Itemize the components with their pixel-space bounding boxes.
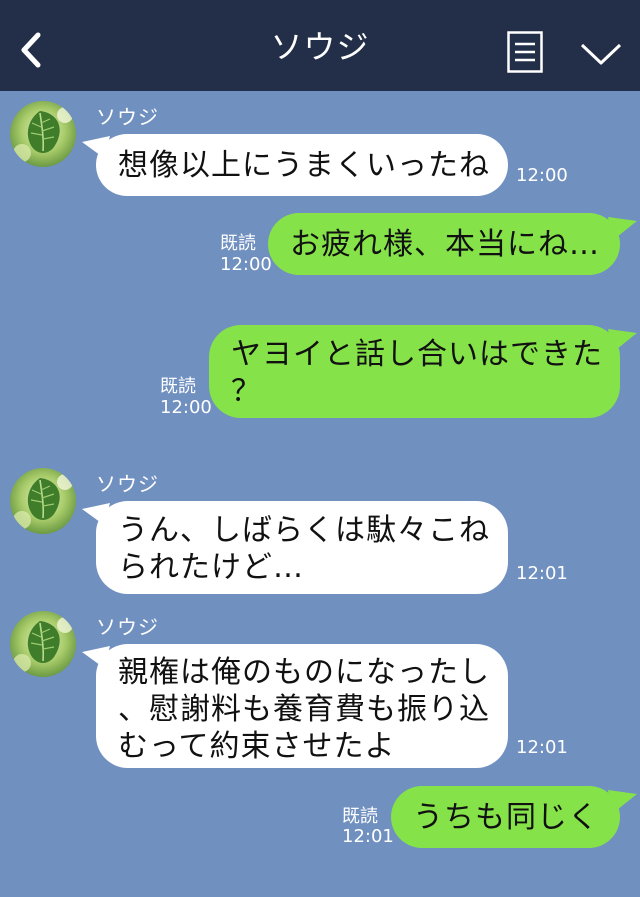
message-bubble[interactable]: うちも同じく — [391, 786, 620, 848]
read-receipt: 既読 — [342, 806, 378, 827]
message-line: ヤヨイと話し合いはできた — [231, 337, 603, 372]
message-line: うん、しばらくは駄々こね — [118, 513, 490, 548]
message-time: 12:00 — [160, 397, 212, 418]
message-text: お疲れ様、本当にね… — [290, 227, 600, 262]
message-line: むって約束させたよ — [118, 729, 396, 764]
document-menu-icon[interactable] — [507, 31, 543, 73]
message-line: ？ — [231, 374, 262, 409]
avatar[interactable] — [10, 468, 76, 534]
message-line: られたけど… — [118, 550, 304, 585]
bubble-tail — [608, 790, 637, 814]
chat-header: ソウジ — [0, 0, 640, 91]
message-bubble[interactable]: お疲れ様、本当にね… — [268, 213, 620, 275]
read-receipt: 既読 — [160, 376, 196, 397]
read-receipt: 既読 — [220, 233, 256, 254]
message-time: 12:00 — [516, 165, 568, 186]
sender-name: ソウジ — [96, 615, 159, 639]
message-time: 12:01 — [516, 563, 568, 584]
message-text: うちも同じく — [413, 800, 599, 835]
bubble-tail — [608, 217, 637, 241]
avatar[interactable] — [10, 611, 76, 677]
message-bubble[interactable]: 想像以上にうまくいったね — [96, 134, 508, 196]
message-time: 12:01 — [516, 737, 568, 758]
message-bubble[interactable]: 親権は俺のものになったし 、慰謝料も養育費も振り込 むって約束させたよ — [96, 644, 508, 768]
message-line: 、慰謝料も養育費も振り込 — [118, 692, 490, 727]
message-time: 12:01 — [342, 826, 394, 847]
message-time: 12:00 — [220, 254, 272, 275]
message-line: 親権は俺のものになったし — [118, 655, 490, 690]
message-text: 想像以上にうまくいったね — [118, 148, 490, 183]
message-bubble[interactable]: うん、しばらくは駄々こね られたけど… — [96, 501, 508, 594]
bubble-tail — [608, 329, 637, 353]
message-bubble[interactable]: ヤヨイと話し合いはできた ？ — [209, 325, 620, 418]
chat-title: ソウジ — [270, 28, 370, 66]
sender-name: ソウジ — [96, 105, 159, 129]
avatar[interactable] — [10, 101, 76, 167]
sender-name: ソウジ — [96, 472, 159, 496]
chevron-down-icon[interactable] — [580, 42, 622, 66]
